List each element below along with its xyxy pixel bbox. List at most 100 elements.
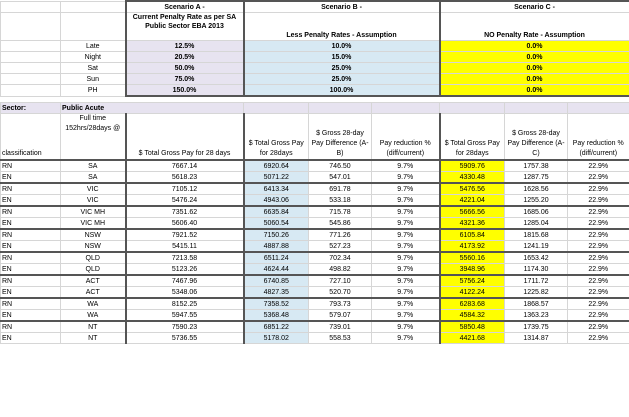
total-a-cell[interactable]: 5123.26: [124, 263, 245, 276]
state-cell[interactable]: NSW: [60, 228, 126, 241]
total-c-cell[interactable]: 4221.04: [438, 194, 505, 207]
diff-b-cell[interactable]: 727.10: [308, 274, 372, 287]
total-b-cell[interactable]: 5178.02: [242, 332, 309, 344]
diff-b-cell[interactable]: 527.23: [308, 240, 372, 253]
col-reduction-c[interactable]: Pay reduction % (diff/current): [567, 113, 629, 161]
total-b-cell[interactable]: 6920.64: [242, 159, 309, 172]
total-a-cell[interactable]: 7105.12: [124, 182, 245, 195]
rate-c-value[interactable]: 0.0%: [438, 51, 629, 63]
total-c-cell[interactable]: 6105.84: [438, 228, 505, 241]
classification-cell[interactable]: RN: [0, 205, 61, 218]
reduction-c-cell[interactable]: 22.9%: [567, 159, 629, 172]
state-cell[interactable]: VIC MH: [60, 205, 126, 218]
total-c-cell[interactable]: 4122.24: [438, 286, 505, 299]
blank-cell[interactable]: [0, 51, 61, 63]
total-c-cell[interactable]: 5756.24: [438, 274, 505, 287]
reduction-c-cell[interactable]: 22.9%: [567, 217, 629, 230]
blank-cell[interactable]: [0, 62, 61, 74]
state-cell[interactable]: NSW: [60, 240, 126, 253]
state-cell[interactable]: SA: [60, 159, 126, 172]
total-a-cell[interactable]: 7213.58: [124, 251, 245, 264]
reduction-c-cell[interactable]: 22.9%: [567, 182, 629, 195]
rate-label[interactable]: PH: [60, 84, 126, 97]
total-c-cell[interactable]: 3948.96: [438, 263, 505, 276]
rate-c-value[interactable]: 0.0%: [438, 73, 629, 85]
reduction-b-cell[interactable]: 9.7%: [371, 171, 440, 184]
total-b-cell[interactable]: 7358.52: [242, 297, 309, 310]
diff-c-cell[interactable]: 1868.57: [504, 297, 568, 310]
reduction-b-cell[interactable]: 9.7%: [371, 228, 440, 241]
diff-b-cell[interactable]: 739.01: [308, 320, 372, 333]
diff-c-cell[interactable]: 1363.23: [504, 309, 568, 322]
reduction-b-cell[interactable]: 9.7%: [371, 297, 440, 310]
rate-b-value[interactable]: 15.0%: [242, 51, 440, 63]
state-cell[interactable]: QLD: [60, 263, 126, 276]
total-b-cell[interactable]: 6740.85: [242, 274, 309, 287]
diff-b-cell[interactable]: 771.26: [308, 228, 372, 241]
state-cell[interactable]: WA: [60, 297, 126, 310]
total-a-cell[interactable]: 5606.40: [124, 217, 245, 230]
reduction-c-cell[interactable]: 22.9%: [567, 263, 629, 276]
state-cell[interactable]: NT: [60, 320, 126, 333]
rate-a-value[interactable]: 75.0%: [124, 73, 245, 85]
reduction-c-cell[interactable]: 22.9%: [567, 297, 629, 310]
sector-label[interactable]: Sector:: [0, 102, 61, 114]
total-a-cell[interactable]: 7467.96: [124, 274, 245, 287]
scenario-c-desc[interactable]: NO Penalty Rate - Assumption: [438, 12, 629, 41]
total-a-cell[interactable]: 7921.52: [124, 228, 245, 241]
reduction-b-cell[interactable]: 9.7%: [371, 194, 440, 207]
reduction-c-cell[interactable]: 22.9%: [567, 228, 629, 241]
classification-cell[interactable]: RN: [0, 182, 61, 195]
col-diff-c[interactable]: $ Gross 28-day Pay Difference (A-C): [504, 113, 568, 161]
reduction-b-cell[interactable]: 9.7%: [371, 309, 440, 322]
diff-b-cell[interactable]: 793.73: [308, 297, 372, 310]
blank-cell[interactable]: [0, 40, 61, 52]
total-c-cell[interactable]: 4321.36: [438, 217, 505, 230]
diff-c-cell[interactable]: 1711.72: [504, 274, 568, 287]
reduction-c-cell[interactable]: 22.9%: [567, 274, 629, 287]
total-c-cell[interactable]: 5909.76: [438, 159, 505, 172]
blank-cell[interactable]: [567, 102, 629, 114]
reduction-c-cell[interactable]: 22.9%: [567, 171, 629, 184]
total-b-cell[interactable]: 6511.24: [242, 251, 309, 264]
blank-cell[interactable]: [439, 102, 505, 114]
reduction-b-cell[interactable]: 9.7%: [371, 263, 440, 276]
rate-label[interactable]: Sun: [60, 73, 126, 85]
total-b-cell[interactable]: 4943.06: [242, 194, 309, 207]
sector-value[interactable]: Public Acute: [60, 102, 244, 114]
rate-a-value[interactable]: 20.5%: [124, 51, 245, 63]
reduction-c-cell[interactable]: 22.9%: [567, 286, 629, 299]
total-c-cell[interactable]: 4173.92: [438, 240, 505, 253]
total-a-cell[interactable]: 5348.06: [124, 286, 245, 299]
total-c-cell[interactable]: 6283.68: [438, 297, 505, 310]
diff-b-cell[interactable]: 545.86: [308, 217, 372, 230]
diff-c-cell[interactable]: 1225.82: [504, 286, 568, 299]
classification-cell[interactable]: RN: [0, 159, 61, 172]
diff-b-cell[interactable]: 498.82: [308, 263, 372, 276]
total-c-cell[interactable]: 4330.48: [438, 171, 505, 184]
rate-label[interactable]: Sat: [60, 62, 126, 74]
total-b-cell[interactable]: 6851.22: [242, 320, 309, 333]
diff-b-cell[interactable]: 558.53: [308, 332, 372, 344]
blank-cell[interactable]: [0, 84, 61, 97]
scenario-a-title[interactable]: Scenario A -: [124, 0, 245, 13]
total-c-cell[interactable]: 5850.48: [438, 320, 505, 333]
classification-cell[interactable]: EN: [0, 263, 61, 276]
rate-b-value[interactable]: 10.0%: [242, 40, 440, 52]
total-b-cell[interactable]: 4887.88: [242, 240, 309, 253]
total-a-cell[interactable]: 5476.24: [124, 194, 245, 207]
total-c-cell[interactable]: 4421.68: [438, 332, 505, 344]
reduction-c-cell[interactable]: 22.9%: [567, 240, 629, 253]
total-a-cell[interactable]: 5618.23: [124, 171, 245, 184]
rate-label[interactable]: Late: [60, 40, 126, 52]
diff-c-cell[interactable]: 1757.38: [504, 159, 568, 172]
state-cell[interactable]: VIC MH: [60, 217, 126, 230]
diff-c-cell[interactable]: 1685.06: [504, 205, 568, 218]
diff-c-cell[interactable]: 1739.75: [504, 320, 568, 333]
state-cell[interactable]: SA: [60, 171, 126, 184]
diff-c-cell[interactable]: 1174.30: [504, 263, 568, 276]
diff-b-cell[interactable]: 702.34: [308, 251, 372, 264]
state-cell[interactable]: QLD: [60, 251, 126, 264]
classification-cell[interactable]: EN: [0, 194, 61, 207]
reduction-b-cell[interactable]: 9.7%: [371, 182, 440, 195]
